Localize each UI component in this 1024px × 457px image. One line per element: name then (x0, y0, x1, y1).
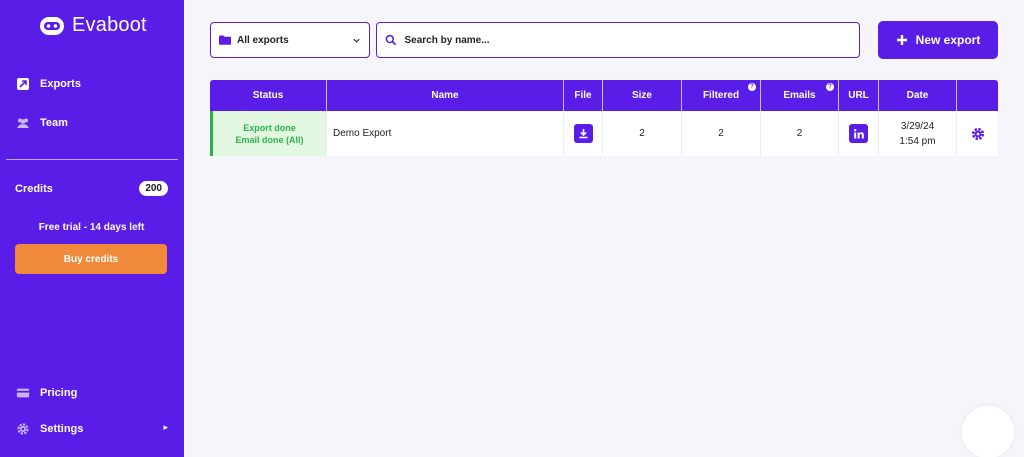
credits-row: Credits 200 (15, 181, 168, 196)
card-icon (16, 388, 30, 398)
date-value: 3/29/24 (900, 120, 935, 132)
column-header-status: Status (210, 80, 327, 111)
download-icon (579, 129, 587, 139)
chevron-right-icon: ▸ (163, 422, 168, 432)
size-cell: 2 (603, 111, 682, 156)
new-export-label: New export (915, 33, 981, 47)
help-icon[interactable]: ? (748, 83, 756, 91)
chat-widget-button[interactable] (962, 406, 1014, 457)
search-box[interactable] (376, 22, 860, 58)
date-cell: 3/29/24 1:54 pm (879, 111, 957, 156)
search-icon (385, 34, 397, 46)
table-header: Status Name File Size Filtered ? Emails … (210, 80, 998, 111)
download-button[interactable] (573, 124, 593, 143)
table-row: Export done Email done (All) Demo Export… (210, 111, 998, 156)
url-cell (839, 111, 879, 156)
column-header-label: Filtered (702, 90, 740, 101)
column-header-actions (957, 80, 998, 111)
trial-text: Free trial - 14 days left (38, 222, 145, 233)
filter-value: All exports (237, 34, 289, 46)
sidebar-item-settings[interactable]: Settings ▸ (16, 422, 168, 436)
sidebar: Evaboot Exports Team Credits 200 Free tr… (0, 0, 184, 457)
emails-cell: 2 (761, 111, 839, 156)
export-status: Export done (243, 122, 296, 133)
export-filter-select[interactable]: All exports (210, 22, 370, 58)
logo[interactable]: Evaboot (38, 14, 147, 37)
column-header-name: Name (327, 80, 564, 111)
export-name[interactable]: Demo Export (327, 111, 564, 156)
export-icon (17, 78, 29, 90)
column-header-url: URL (839, 80, 879, 111)
status-cell: Export done Email done (All) (210, 111, 327, 156)
team-icon (17, 118, 29, 128)
column-header-file: File (564, 80, 603, 111)
plus-icon (896, 35, 907, 45)
sidebar-divider (6, 159, 178, 160)
exports-table: Status Name File Size Filtered ? Emails … (210, 80, 998, 156)
time-value: 1:54 pm (899, 135, 936, 147)
buy-credits-button[interactable]: Buy credits (15, 244, 167, 274)
linkedin-link[interactable] (849, 124, 868, 143)
sidebar-item-team[interactable]: Team (16, 116, 68, 130)
row-settings-gear-icon[interactable] (971, 127, 985, 141)
credits-label: Credits (15, 182, 53, 195)
sidebar-item-pricing[interactable]: Pricing (16, 386, 77, 400)
folder-icon (219, 35, 231, 45)
linkedin-icon (853, 128, 864, 138)
chevron-down-icon (353, 38, 360, 43)
sidebar-item-label: Pricing (40, 387, 78, 399)
search-input[interactable] (404, 34, 851, 46)
help-icon[interactable]: ? (826, 83, 834, 91)
column-header-size: Size (603, 80, 682, 111)
column-header-label: Emails (783, 90, 816, 101)
credits-count-badge: 200 (139, 181, 168, 196)
column-header-emails: Emails ? (761, 80, 839, 111)
sidebar-item-label: Exports (40, 78, 81, 90)
filtered-cell: 2 (682, 111, 761, 156)
new-export-button[interactable]: New export (878, 21, 998, 59)
sidebar-item-label: Settings (40, 423, 84, 435)
sidebar-item-exports[interactable]: Exports (16, 77, 81, 91)
actions-cell (957, 111, 998, 156)
robot-logo-icon (40, 16, 64, 35)
sidebar-item-label: Team (40, 117, 68, 129)
email-status: Email done (All) (235, 134, 304, 145)
file-cell (564, 111, 603, 156)
column-header-date: Date (879, 80, 957, 111)
gear-icon (17, 423, 29, 435)
logo-text: Evaboot (72, 14, 147, 36)
column-header-filtered: Filtered ? (682, 80, 761, 111)
